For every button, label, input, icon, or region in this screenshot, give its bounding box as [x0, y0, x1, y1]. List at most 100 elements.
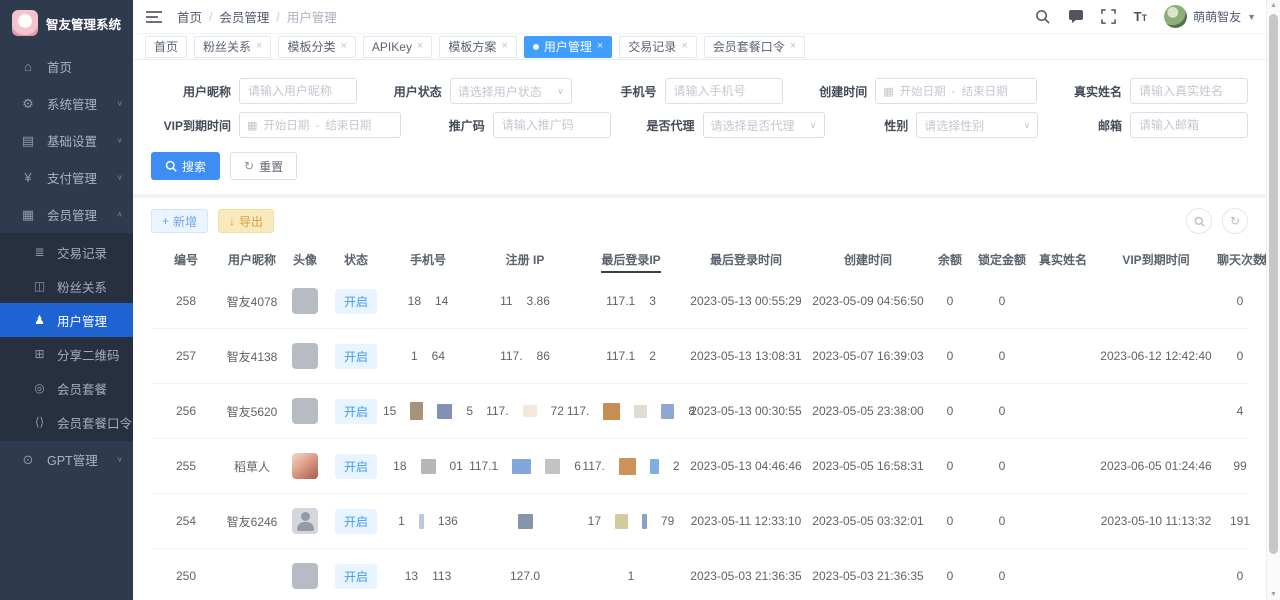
tab[interactable]: 模板分类× — [278, 36, 355, 58]
column-header: 手机号 — [385, 251, 471, 268]
export-button[interactable]: ↓ 导出 — [218, 209, 274, 233]
filter-group: 是否代理请选择是否代理∨ — [615, 112, 825, 138]
filter-input[interactable] — [239, 78, 357, 104]
tab[interactable]: 首页 — [145, 36, 187, 58]
text-fragment: 2 — [673, 459, 680, 473]
package-icon: ◎ — [32, 381, 47, 395]
filter-group: 性别请选择性别∨ — [828, 112, 1038, 138]
page-scrollbar[interactable]: ▲ ▼ — [1266, 0, 1280, 600]
filter-input[interactable] — [493, 112, 611, 138]
dot-icon — [533, 44, 539, 50]
tab[interactable]: 模板方案× — [439, 36, 516, 58]
close-icon[interactable]: × — [790, 41, 796, 52]
censor-block — [642, 514, 647, 529]
fullscreen-icon[interactable] — [1101, 9, 1117, 25]
text-fragment: 13 — [405, 569, 418, 583]
breadcrumb-member[interactable]: 会员管理 — [219, 7, 269, 26]
filter-input[interactable] — [665, 78, 783, 104]
tab[interactable]: 粉丝关系× — [194, 36, 271, 58]
sidebar-item[interactable]: ¥支付管理∨ — [0, 159, 133, 196]
close-icon[interactable]: × — [417, 41, 423, 52]
text-fragment: 117.1 — [606, 349, 635, 363]
scroll-up-icon[interactable]: ▲ — [1267, 2, 1280, 9]
column-header: 最后登录时间 — [683, 251, 809, 268]
font-size-icon[interactable]: TT — [1134, 9, 1147, 24]
sidebar-subitem[interactable]: ◎会员套餐 — [0, 371, 133, 405]
status-badge: 开启 — [335, 289, 377, 314]
column-header-label: 余额 — [938, 253, 962, 267]
table-search-icon[interactable] — [1186, 208, 1212, 234]
cell-nickname: 智友6246 — [221, 513, 283, 530]
cell-last-login-time: 2023-05-11 12:33:10 — [683, 514, 809, 528]
text-fragment: 72 — [551, 404, 564, 418]
chevron-down-icon: ▼ — [1247, 12, 1256, 22]
filter-daterange[interactable]: ▦开始日期-结束日期 — [239, 112, 401, 138]
cell-last-login-time: 2023-05-03 21:36:35 — [683, 569, 809, 583]
column-header-label: VIP到期时间 — [1122, 253, 1189, 267]
chevron-down-icon: ∨ — [116, 99, 123, 108]
breadcrumb-home[interactable]: 首页 — [177, 7, 202, 26]
tab[interactable]: 用户管理× — [524, 36, 612, 58]
sidebar-item[interactable]: ▤基础设置∨ — [0, 122, 133, 159]
filter-select[interactable]: 请选择性别∨ — [916, 112, 1038, 138]
cell-register-ip — [471, 514, 579, 529]
sidebar-subitem-label: 交易记录 — [57, 243, 123, 262]
tab-label: 首页 — [154, 38, 178, 55]
censor-block — [421, 459, 436, 474]
filter-select[interactable]: 请选择用户状态∨ — [450, 78, 572, 104]
sidebar-subitem-label: 分享二维码 — [57, 345, 123, 364]
search-button[interactable]: 搜索 — [151, 152, 220, 180]
search-icon[interactable] — [1035, 9, 1051, 25]
close-icon[interactable]: × — [597, 41, 603, 52]
filter-label: 真实姓名 — [1042, 83, 1122, 100]
filter-input[interactable] — [1130, 78, 1248, 104]
cell-avatar — [283, 288, 327, 314]
cell-balance: 0 — [927, 294, 973, 308]
tab[interactable]: 会员套餐口令× — [704, 36, 805, 58]
sidebar-item[interactable]: ⚙系统管理∨ — [0, 85, 133, 122]
text-fragment: 117. — [567, 404, 589, 418]
sidebar-subitem[interactable]: ≣交易记录 — [0, 235, 133, 269]
sidebar-subitem[interactable]: ♟用户管理 — [0, 303, 133, 337]
censor-block — [419, 514, 424, 529]
close-icon[interactable]: × — [256, 41, 262, 52]
filter-daterange[interactable]: ▦开始日期-结束日期 — [875, 78, 1037, 104]
cell-nickname: 智友4138 — [221, 348, 283, 365]
close-icon[interactable]: × — [681, 41, 687, 52]
sidebar-item[interactable]: ⌂首页 — [0, 48, 133, 85]
cell-vip-expire-time: 2023-06-12 12:42:40 — [1095, 349, 1217, 363]
cell-balance: 0 — [927, 569, 973, 583]
close-icon[interactable]: × — [501, 41, 507, 52]
sidebar-item[interactable]: ▦会员管理∧ — [0, 196, 133, 233]
filter-label: 创建时间 — [787, 83, 867, 100]
scrollbar-thumb[interactable] — [1269, 14, 1278, 554]
censor-block — [410, 402, 423, 420]
cell-created-time: 2023-05-09 04:56:50 — [809, 294, 927, 308]
tab[interactable]: 交易记录× — [619, 36, 696, 58]
column-header[interactable]: 最后登录IP — [579, 251, 683, 268]
filter-select[interactable]: 请选择是否代理∨ — [703, 112, 825, 138]
column-header: 聊天次数 — [1217, 251, 1263, 268]
table-refresh-icon[interactable]: ↻ — [1222, 208, 1248, 234]
filter-buttons: 搜索 ↻ 重置 — [151, 152, 1248, 180]
add-button[interactable]: + 新增 — [151, 209, 208, 233]
user-avatar-image — [292, 288, 318, 314]
table-row: 254智友6246开启113617792023-05-11 12:33:1020… — [151, 494, 1248, 549]
sidebar-subitem[interactable]: ⟨⟩会员套餐口令 — [0, 405, 133, 439]
status-badge: 开启 — [335, 344, 377, 369]
tab[interactable]: APIKey× — [363, 36, 432, 58]
reset-button[interactable]: ↻ 重置 — [230, 152, 297, 180]
sidebar-subitem[interactable]: ◫粉丝关系 — [0, 269, 133, 303]
cell-created-time: 2023-05-05 16:58:31 — [809, 459, 927, 473]
scroll-down-icon[interactable]: ▼ — [1267, 591, 1280, 598]
cell-balance: 0 — [927, 459, 973, 473]
select-placeholder: 请选择是否代理 — [711, 117, 795, 134]
close-icon[interactable]: × — [340, 41, 346, 52]
sidebar-item[interactable]: ⊙GPT管理∨ — [0, 441, 133, 478]
collapse-menu-icon[interactable] — [145, 9, 163, 25]
user-menu[interactable]: 萌萌智友 ▼ — [1164, 5, 1256, 28]
filter-group: 用户状态请选择用户状态∨ — [362, 78, 572, 104]
message-icon[interactable] — [1068, 9, 1084, 25]
sidebar-subitem[interactable]: ⊞分享二维码 — [0, 337, 133, 371]
filter-input[interactable] — [1130, 112, 1248, 138]
